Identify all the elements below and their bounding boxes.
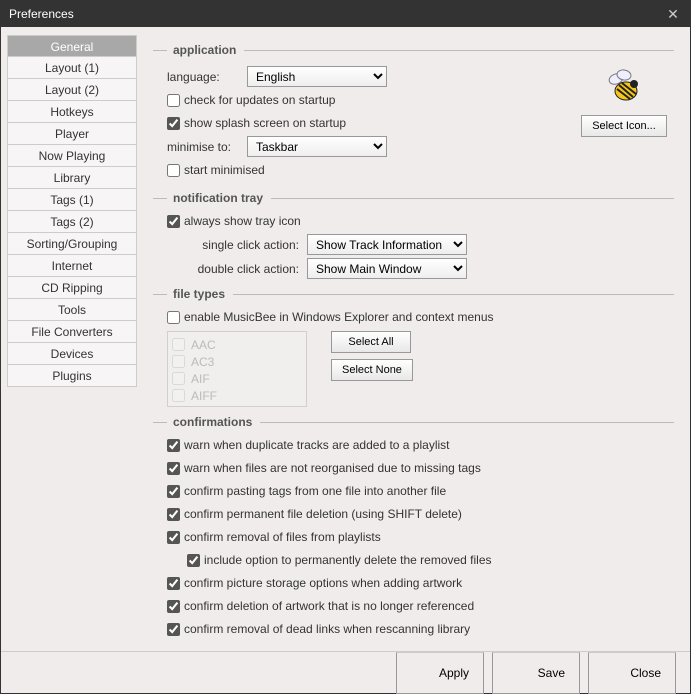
sidebar-item-plugins[interactable]: Plugins xyxy=(7,365,137,387)
conf-perm-delete-checkbox[interactable] xyxy=(167,508,180,521)
sidebar-item-player[interactable]: Player xyxy=(7,123,137,145)
sidebar-item-cd-ripping[interactable]: CD Ripping xyxy=(7,277,137,299)
conf-duplicate-label: warn when duplicate tracks are added to … xyxy=(184,438,449,452)
conf-perm-delete-label: confirm permanent file deletion (using S… xyxy=(184,507,462,521)
conf-artwork-delete-checkbox[interactable] xyxy=(167,600,180,613)
single-click-label: single click action: xyxy=(167,238,307,252)
window-title: Preferences xyxy=(9,7,664,21)
ft-aiff-label: AIFF xyxy=(191,389,217,403)
sidebar-item-sorting[interactable]: Sorting/Grouping xyxy=(7,233,137,255)
minimise-select[interactable]: Taskbar xyxy=(247,136,387,157)
start-minimised-label: start minimised xyxy=(184,163,265,177)
show-splash-checkbox[interactable] xyxy=(167,117,180,130)
sidebar-item-tags2[interactable]: Tags (2) xyxy=(7,211,137,233)
enable-explorer-checkbox[interactable] xyxy=(167,311,180,324)
conf-dead-links-checkbox[interactable] xyxy=(167,623,180,636)
conf-dead-links-label: confirm removal of dead links when resca… xyxy=(184,622,470,636)
save-button[interactable]: Save xyxy=(492,652,580,694)
always-tray-checkbox[interactable] xyxy=(167,215,180,228)
sidebar-item-devices[interactable]: Devices xyxy=(7,343,137,365)
ft-aif-checkbox xyxy=(172,372,185,385)
check-updates-label: check for updates on startup xyxy=(184,93,335,107)
sidebar-item-tags1[interactable]: Tags (1) xyxy=(7,189,137,211)
conf-paste-tags-checkbox[interactable] xyxy=(167,485,180,498)
language-select[interactable]: English xyxy=(247,66,387,87)
always-tray-label: always show tray icon xyxy=(184,214,301,228)
sidebar-item-file-converters[interactable]: File Converters xyxy=(7,321,137,343)
section-tray: notification tray xyxy=(153,191,674,205)
conf-reorganise-label: warn when files are not reorganised due … xyxy=(184,461,481,475)
sidebar: General Layout (1) Layout (2) Hotkeys Pl… xyxy=(1,27,143,651)
sidebar-item-layout1[interactable]: Layout (1) xyxy=(7,57,137,79)
check-updates-checkbox[interactable] xyxy=(167,94,180,107)
enable-explorer-label: enable MusicBee in Windows Explorer and … xyxy=(184,310,494,324)
conf-include-perm-checkbox[interactable] xyxy=(187,554,200,567)
section-confirmations: confirmations xyxy=(153,415,674,429)
conf-remove-playlist-checkbox[interactable] xyxy=(167,531,180,544)
sidebar-item-internet[interactable]: Internet xyxy=(7,255,137,277)
ft-aac-label: AAC xyxy=(191,338,216,352)
sidebar-item-tools[interactable]: Tools xyxy=(7,299,137,321)
conf-reorganise-checkbox[interactable] xyxy=(167,462,180,475)
sidebar-item-library[interactable]: Library xyxy=(7,167,137,189)
start-minimised-checkbox[interactable] xyxy=(167,164,180,177)
minimise-label: minimise to: xyxy=(167,140,247,154)
content-panel: application language: English check for … xyxy=(143,27,690,651)
language-label: language: xyxy=(167,70,247,84)
section-filetypes: file types xyxy=(153,287,674,301)
ft-aiff-checkbox xyxy=(172,389,185,402)
select-all-button[interactable]: Select All xyxy=(331,331,411,353)
single-click-select[interactable]: Show Track Information xyxy=(307,234,467,255)
apply-button[interactable]: Apply xyxy=(396,652,484,694)
select-icon-button[interactable]: Select Icon... xyxy=(581,115,667,137)
conf-include-perm-label: include option to permanently delete the… xyxy=(204,553,492,567)
close-icon[interactable]: ✕ xyxy=(664,6,682,23)
filetype-list: AAC AC3 AIF AIFF xyxy=(167,331,307,407)
show-splash-label: show splash screen on startup xyxy=(184,116,346,130)
sidebar-item-general[interactable]: General xyxy=(7,35,137,57)
conf-picture-storage-checkbox[interactable] xyxy=(167,577,180,590)
conf-paste-tags-label: confirm pasting tags from one file into … xyxy=(184,484,446,498)
conf-picture-storage-label: confirm picture storage options when add… xyxy=(184,576,462,590)
double-click-label: double click action: xyxy=(167,262,307,276)
ft-ac3-checkbox xyxy=(172,355,185,368)
conf-duplicate-checkbox[interactable] xyxy=(167,439,180,452)
sidebar-item-now-playing[interactable]: Now Playing xyxy=(7,145,137,167)
ft-aif-label: AIF xyxy=(191,372,210,386)
select-none-button[interactable]: Select None xyxy=(331,359,413,381)
close-button[interactable]: Close xyxy=(588,652,676,694)
conf-artwork-delete-label: confirm deletion of artwork that is no l… xyxy=(184,599,474,613)
app-icon xyxy=(604,67,644,107)
sidebar-item-layout2[interactable]: Layout (2) xyxy=(7,79,137,101)
section-application: application xyxy=(153,43,674,57)
ft-ac3-label: AC3 xyxy=(191,355,214,369)
preferences-window: Preferences ✕ General Layout (1) Layout … xyxy=(0,0,691,694)
titlebar: Preferences ✕ xyxy=(1,1,690,27)
ft-aac-checkbox xyxy=(172,338,185,351)
double-click-select[interactable]: Show Main Window xyxy=(307,258,467,279)
sidebar-item-hotkeys[interactable]: Hotkeys xyxy=(7,101,137,123)
footer: Apply Save Close xyxy=(1,651,690,693)
conf-remove-playlist-label: confirm removal of files from playlists xyxy=(184,530,381,544)
